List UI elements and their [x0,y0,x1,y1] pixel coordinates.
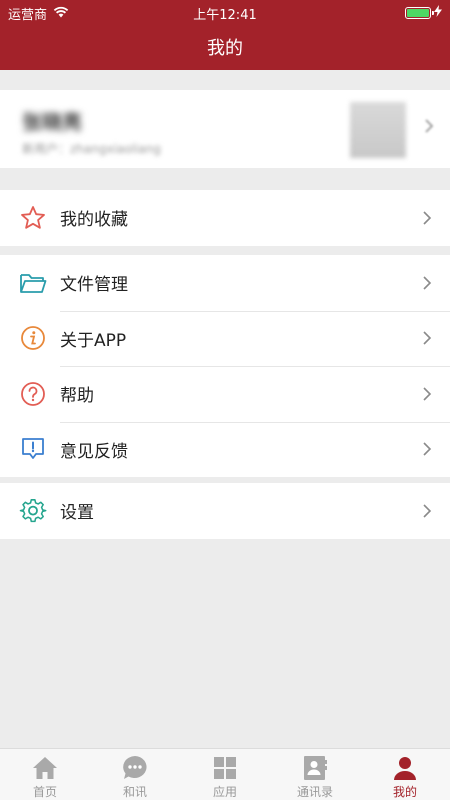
chevron-right-icon [423,442,432,456]
menu-item-label: 关于APP [60,330,127,351]
chevron-right-icon [423,387,432,401]
chevron-right-icon [423,211,432,225]
profile-name: 张晓亮 [22,110,82,134]
contacts-icon [302,755,328,781]
profile-card[interactable]: 张晓亮 新用户：zhangxiaoliang [0,90,450,168]
menu-item-label: 设置 [60,503,94,524]
battery-icon [405,7,434,19]
help-icon [18,379,48,409]
chevron-right-icon [423,276,432,290]
menu-item-label: 帮助 [60,386,94,407]
tab-me[interactable]: 我的 [360,749,450,800]
charging-icon [434,5,442,21]
person-icon [392,755,418,781]
menu-item-label: 我的收藏 [60,210,128,231]
chat-icon [122,755,148,781]
page-title: 我的 [207,38,243,59]
tab-label: 我的 [392,785,417,799]
tab-apps[interactable]: 应用 [180,749,270,800]
menu-group-settings: 设置 [0,483,450,539]
tab-news[interactable]: 和讯 [90,749,180,800]
chevron-right-icon [423,331,432,345]
app-header: 运营商 上午12:41 我的 [0,0,450,70]
chevron-right-icon [425,119,434,133]
tab-label: 应用 [212,785,237,799]
home-icon [32,755,58,781]
menu-item-favorites[interactable]: 我的收藏 [0,190,450,246]
tab-bar: 首页 和讯 应用 通讯录 我的 [0,748,450,800]
tab-label: 首页 [32,785,57,799]
chevron-right-icon [423,504,432,518]
avatar [350,102,406,158]
folder-icon [18,268,48,298]
menu-group-favorites: 我的收藏 [0,190,450,246]
feedback-icon [18,434,48,464]
tab-label: 通讯录 [296,785,333,799]
status-time: 上午12:41 [193,8,257,23]
gear-icon [18,496,48,526]
menu-item-about[interactable]: 关于APP [0,310,450,367]
menu-item-file-manager[interactable]: 文件管理 [0,255,450,311]
status-bar: 运营商 上午12:41 [0,0,450,24]
tab-contacts[interactable]: 通讯录 [270,749,360,800]
tab-home[interactable]: 首页 [0,749,90,800]
menu-item-feedback[interactable]: 意见反馈 [0,421,450,478]
apps-grid-icon [212,755,238,781]
menu-item-settings[interactable]: 设置 [0,483,450,539]
menu-item-help[interactable]: 帮助 [0,366,450,422]
menu-item-label: 意见反馈 [60,441,128,462]
menu-group-main: 文件管理 关于APP 帮助 意见反馈 [0,255,450,477]
star-icon [18,203,48,233]
profile-subtitle: 新用户：zhangxiaoliang [22,142,161,156]
tab-label: 和讯 [122,785,147,799]
info-icon [18,323,48,353]
menu-item-label: 文件管理 [60,275,128,296]
